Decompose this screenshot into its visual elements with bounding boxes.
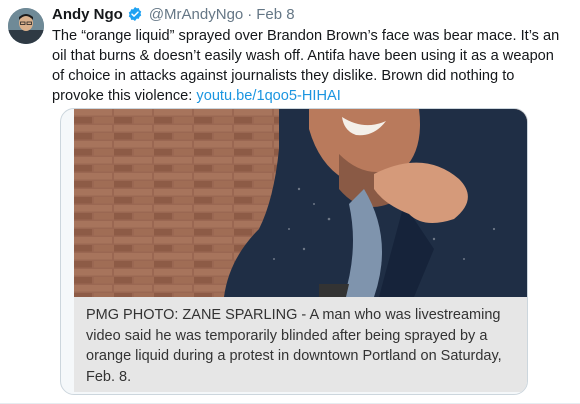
avatar[interactable]: [8, 8, 44, 44]
avatar-image: [8, 8, 44, 44]
card-photo: [74, 109, 527, 297]
tweet[interactable]: Andy Ngo @MrAndyNgo · Feb 8 The “orange …: [0, 0, 580, 404]
verified-badge-icon: [127, 6, 143, 22]
tweet-text: The “orange liquid” sprayed over Brandon…: [52, 26, 570, 106]
card-caption: PMG PHOTO: ZANE SPARLING - A man who was…: [74, 297, 527, 392]
timestamp[interactable]: Feb 8: [256, 6, 294, 23]
link-card[interactable]: PMG PHOTO: ZANE SPARLING - A man who was…: [60, 108, 528, 395]
user-handle[interactable]: @MrAndyNgo: [149, 6, 243, 23]
tweet-content: Andy Ngo @MrAndyNgo · Feb 8 The “orange …: [52, 4, 570, 106]
tweet-link[interactable]: youtu.be/1qoo5-HIHAI: [196, 88, 340, 104]
separator-dot: ·: [247, 5, 253, 23]
display-name[interactable]: Andy Ngo: [52, 6, 123, 23]
tweet-header: Andy Ngo @MrAndyNgo · Feb 8: [52, 4, 570, 24]
